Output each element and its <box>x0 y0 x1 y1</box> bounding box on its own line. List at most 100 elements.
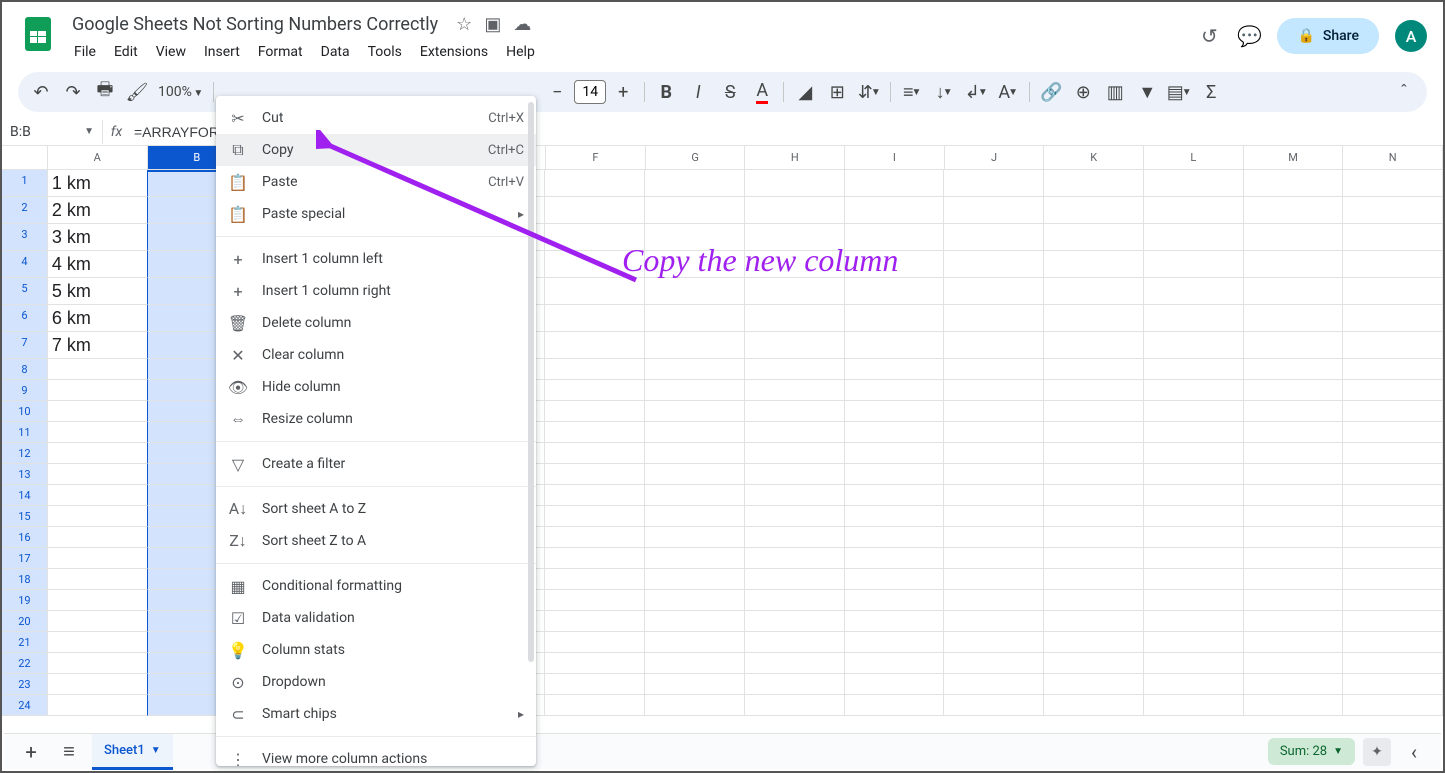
col-header-J[interactable]: J <box>945 146 1045 169</box>
row-header[interactable]: 7 <box>2 332 48 359</box>
menu-extensions[interactable]: Extensions <box>412 40 496 64</box>
cell[interactable] <box>1244 443 1344 464</box>
cell[interactable] <box>645 197 745 224</box>
row-header[interactable]: 23 <box>2 674 48 695</box>
row-header[interactable]: 4 <box>2 251 48 278</box>
cell[interactable] <box>645 485 745 506</box>
cell[interactable] <box>545 197 645 224</box>
cell[interactable] <box>645 332 745 359</box>
sheet-tab[interactable]: Sheet1▼ <box>92 734 173 770</box>
print-button[interactable]: 🖶 <box>90 77 120 107</box>
cell[interactable] <box>745 506 845 527</box>
cell[interactable] <box>944 653 1044 674</box>
col-header-K[interactable]: K <box>1044 146 1144 169</box>
cell[interactable] <box>845 332 945 359</box>
row-header[interactable]: 10 <box>2 401 48 422</box>
cell[interactable]: 1 km <box>48 170 148 197</box>
cell[interactable] <box>48 359 148 380</box>
zoom-select[interactable]: 100% ▼ <box>154 84 207 100</box>
cell[interactable] <box>1044 170 1144 197</box>
cell[interactable] <box>1244 332 1344 359</box>
cell[interactable] <box>1244 305 1344 332</box>
menu-insert[interactable]: Insert <box>196 40 248 64</box>
cell[interactable] <box>845 590 945 611</box>
cell[interactable] <box>1244 632 1344 653</box>
ctx-dropdown[interactable]: ⊙Dropdown <box>216 666 536 698</box>
ctx-delete-column[interactable]: 🗑Delete column <box>216 307 536 339</box>
row-header[interactable]: 9 <box>2 380 48 401</box>
cell[interactable] <box>1244 674 1344 695</box>
cell[interactable] <box>845 170 945 197</box>
cell[interactable] <box>1343 527 1443 548</box>
menu-file[interactable]: File <box>66 40 104 64</box>
cell[interactable] <box>944 401 1044 422</box>
text-color-button[interactable]: A <box>747 77 777 107</box>
cell[interactable] <box>944 251 1044 278</box>
comment-button[interactable]: ⊕ <box>1068 77 1098 107</box>
cell[interactable] <box>745 305 845 332</box>
row-header[interactable]: 12 <box>2 443 48 464</box>
cell[interactable] <box>1144 485 1244 506</box>
cell[interactable] <box>1144 278 1244 305</box>
side-panel-toggle[interactable]: ‹ <box>1399 737 1429 767</box>
row-header[interactable]: 13 <box>2 464 48 485</box>
ctx-hide-column[interactable]: 👁Hide column <box>216 371 536 403</box>
cell[interactable] <box>545 653 645 674</box>
cell[interactable] <box>1244 506 1344 527</box>
col-header-G[interactable]: G <box>646 146 746 169</box>
cell[interactable] <box>1044 380 1144 401</box>
cell[interactable] <box>1244 569 1344 590</box>
cell[interactable] <box>745 485 845 506</box>
cell[interactable] <box>1044 632 1144 653</box>
explore-button[interactable]: ✦ <box>1363 738 1391 766</box>
cell[interactable] <box>745 422 845 443</box>
ctx-copy[interactable]: ⧉CopyCtrl+C <box>216 134 536 166</box>
ctx-create-filter[interactable]: ▽Create a filter <box>216 448 536 480</box>
cell[interactable] <box>1144 443 1244 464</box>
cell[interactable] <box>1144 695 1244 716</box>
cell[interactable] <box>545 380 645 401</box>
cell[interactable] <box>645 611 745 632</box>
cell[interactable] <box>1244 611 1344 632</box>
col-header-N[interactable]: N <box>1343 146 1443 169</box>
move-icon[interactable]: ▣ <box>484 14 501 35</box>
cell[interactable] <box>1144 380 1244 401</box>
row-header[interactable]: 24 <box>2 695 48 716</box>
cell[interactable] <box>545 695 645 716</box>
cell[interactable] <box>48 590 148 611</box>
cell[interactable] <box>845 569 945 590</box>
cell[interactable] <box>845 485 945 506</box>
cell[interactable] <box>545 422 645 443</box>
cell[interactable] <box>545 251 645 278</box>
undo-button[interactable]: ↶ <box>26 77 56 107</box>
cell[interactable] <box>1343 332 1443 359</box>
cell[interactable] <box>845 197 945 224</box>
cell[interactable] <box>1343 401 1443 422</box>
cell[interactable] <box>1044 506 1144 527</box>
cell[interactable]: 7 km <box>48 332 148 359</box>
cell[interactable] <box>845 506 945 527</box>
cell[interactable] <box>1343 224 1443 251</box>
cell[interactable]: 4 km <box>48 251 148 278</box>
cell[interactable] <box>845 443 945 464</box>
cell[interactable] <box>1044 611 1144 632</box>
font-size-decrease[interactable]: − <box>542 77 572 107</box>
cell[interactable] <box>1144 305 1244 332</box>
history-icon[interactable]: ↺ <box>1197 24 1221 48</box>
cell[interactable] <box>48 548 148 569</box>
cell[interactable] <box>1044 359 1144 380</box>
cell[interactable] <box>1044 527 1144 548</box>
ctx-resize-column[interactable]: ⇔Resize column <box>216 403 536 435</box>
cell[interactable] <box>545 485 645 506</box>
cell[interactable] <box>48 485 148 506</box>
row-header[interactable]: 19 <box>2 590 48 611</box>
cell[interactable] <box>48 653 148 674</box>
cell[interactable] <box>944 359 1044 380</box>
row-header[interactable]: 8 <box>2 359 48 380</box>
cell[interactable] <box>745 632 845 653</box>
cell[interactable] <box>944 305 1044 332</box>
row-header[interactable]: 11 <box>2 422 48 443</box>
chart-button[interactable]: ▥ <box>1100 77 1130 107</box>
cell[interactable] <box>845 380 945 401</box>
cell[interactable] <box>545 332 645 359</box>
